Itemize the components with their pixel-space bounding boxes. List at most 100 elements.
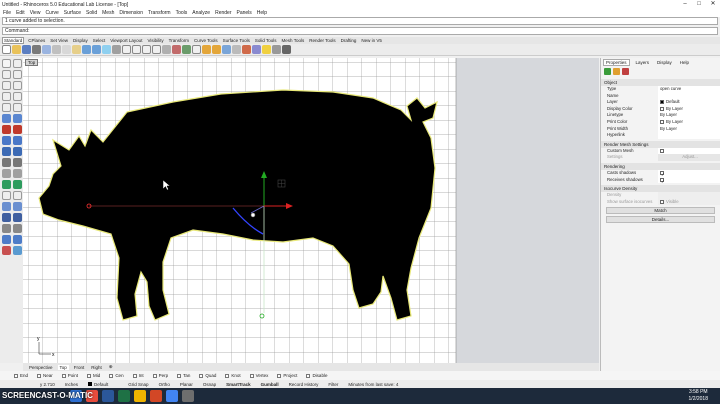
render-preview-icon[interactable] bbox=[2, 246, 11, 255]
dimension-icon[interactable] bbox=[2, 213, 11, 222]
menu-edit[interactable]: Edit bbox=[16, 10, 25, 16]
menu-dimension[interactable]: Dimension bbox=[119, 10, 143, 16]
help-icon[interactable] bbox=[282, 45, 291, 54]
gumball-toggle[interactable]: Gumball bbox=[261, 382, 279, 387]
polyline-icon[interactable] bbox=[2, 70, 11, 79]
filter-toggle[interactable]: Filter bbox=[328, 382, 338, 387]
ortho-toggle[interactable]: Ortho bbox=[159, 382, 170, 387]
menu-surface[interactable]: Surface bbox=[64, 10, 81, 16]
points-on-icon[interactable] bbox=[2, 235, 11, 244]
menu-tools[interactable]: Tools bbox=[176, 10, 188, 16]
zoom-selected-icon[interactable] bbox=[152, 45, 161, 54]
receives-shadows-checkbox[interactable]: ✓ bbox=[660, 177, 665, 184]
osnap-perp[interactable]: Perp bbox=[152, 373, 168, 378]
menu-mesh[interactable]: Mesh bbox=[102, 10, 114, 16]
menu-view[interactable]: View bbox=[30, 10, 41, 16]
mirror-icon[interactable] bbox=[2, 202, 11, 211]
taskbar-word-icon[interactable] bbox=[102, 390, 114, 402]
tab-curve-tools[interactable]: Curve Tools bbox=[193, 38, 219, 43]
details-button[interactable]: Details... bbox=[606, 216, 715, 224]
tab-select[interactable]: Select bbox=[92, 38, 107, 43]
cut-icon[interactable] bbox=[52, 45, 61, 54]
tab-surface-tools[interactable]: Surface Tools bbox=[222, 38, 251, 43]
curve-icon[interactable] bbox=[13, 70, 22, 79]
gumball-center[interactable] bbox=[250, 212, 256, 218]
menu-render[interactable]: Render bbox=[215, 10, 231, 16]
command-line[interactable]: Command: bbox=[2, 27, 718, 35]
osnap-near[interactable]: Near bbox=[37, 373, 53, 378]
layout-icon[interactable] bbox=[13, 246, 22, 255]
array-icon[interactable] bbox=[13, 202, 22, 211]
rebuild-icon[interactable] bbox=[13, 235, 22, 244]
osnap-end[interactable]: End bbox=[14, 373, 28, 378]
menu-help[interactable]: Help bbox=[257, 10, 267, 16]
paste-icon[interactable] bbox=[72, 45, 81, 54]
rotate-icon[interactable] bbox=[2, 191, 11, 200]
menu-panels[interactable]: Panels bbox=[237, 10, 252, 16]
tab-help[interactable]: Help bbox=[678, 60, 691, 65]
tab-perspective[interactable]: Perspective bbox=[27, 365, 55, 370]
grid-snap-toggle[interactable]: Grid Snap bbox=[128, 382, 148, 387]
status-layer[interactable]: Default bbox=[88, 382, 118, 387]
tab-standard[interactable]: Standard bbox=[2, 37, 25, 44]
box-icon[interactable] bbox=[2, 125, 11, 134]
system-clock[interactable]: 3:58 PM 1/2/2018 bbox=[689, 389, 708, 403]
sphere-icon[interactable] bbox=[13, 125, 22, 134]
material-icon[interactable] bbox=[613, 68, 620, 75]
custom-mesh-row[interactable]: Custom Mesh bbox=[601, 147, 720, 155]
open-folder-icon[interactable] bbox=[12, 45, 21, 54]
top-viewport[interactable]: Top y x bbox=[23, 58, 599, 363]
extrude-icon[interactable] bbox=[2, 136, 11, 145]
split-icon[interactable] bbox=[2, 169, 11, 178]
viewport-canvas[interactable]: y x bbox=[23, 58, 599, 363]
viewport-label[interactable]: Top bbox=[25, 59, 39, 66]
menu-analyze[interactable]: Analyze bbox=[192, 10, 210, 16]
close-icon[interactable]: ✕ bbox=[706, 0, 720, 9]
texture-mapping-icon[interactable] bbox=[622, 68, 629, 75]
select-icon[interactable] bbox=[192, 45, 201, 54]
loft-icon[interactable] bbox=[13, 114, 22, 123]
redo-icon[interactable] bbox=[92, 45, 101, 54]
print-icon[interactable] bbox=[32, 45, 41, 54]
tab-transform[interactable]: Transform bbox=[168, 38, 190, 43]
trim-icon[interactable] bbox=[13, 158, 22, 167]
prop-print-width[interactable]: Print Width By Layer bbox=[601, 125, 720, 133]
tab-cplanes[interactable]: CPlanes bbox=[27, 38, 46, 43]
osnap-quad[interactable]: Quad bbox=[199, 373, 216, 378]
options-icon[interactable] bbox=[272, 45, 281, 54]
undo-icon[interactable] bbox=[82, 45, 91, 54]
tab-solid-tools[interactable]: Solid Tools bbox=[254, 38, 278, 43]
fillet-icon[interactable] bbox=[2, 158, 11, 167]
prop-layer[interactable]: Layer Default bbox=[601, 99, 720, 106]
import-icon[interactable] bbox=[42, 45, 51, 54]
tab-render-tools[interactable]: Render Tools bbox=[308, 38, 336, 43]
tab-display-panel[interactable]: Display bbox=[655, 60, 674, 65]
zoom-extents-icon[interactable] bbox=[142, 45, 151, 54]
prop-print-color[interactable]: Print Color By Layer bbox=[601, 118, 720, 126]
copy-object-icon[interactable] bbox=[13, 180, 22, 189]
boolean-icon[interactable] bbox=[13, 147, 22, 156]
receives-shadows-row[interactable]: Receives shadows ✓ bbox=[601, 176, 720, 184]
group-icon[interactable] bbox=[13, 224, 22, 233]
point-icon[interactable] bbox=[13, 59, 22, 68]
tab-mesh-tools[interactable]: Mesh Tools bbox=[281, 38, 306, 43]
tab-layers[interactable]: Layers bbox=[634, 60, 652, 65]
osnap-int[interactable]: Int bbox=[132, 373, 144, 378]
minimize-icon[interactable]: – bbox=[678, 0, 692, 9]
save-icon[interactable] bbox=[22, 45, 31, 54]
cplane-icon[interactable] bbox=[172, 45, 181, 54]
tab-properties[interactable]: Properties bbox=[603, 58, 630, 66]
menu-transform[interactable]: Transform bbox=[148, 10, 171, 16]
render-icon[interactable] bbox=[242, 45, 251, 54]
materials-icon[interactable] bbox=[252, 45, 261, 54]
osnap-cen[interactable]: Cen bbox=[109, 373, 124, 378]
planar-toggle[interactable]: Planar bbox=[180, 382, 193, 387]
four-views-icon[interactable] bbox=[162, 45, 171, 54]
zoom-icon[interactable] bbox=[122, 45, 131, 54]
taskbar-chrome-icon[interactable] bbox=[166, 390, 178, 402]
analyze-icon[interactable] bbox=[13, 213, 22, 222]
add-viewport-icon[interactable]: ⊕ bbox=[107, 364, 115, 370]
text-icon[interactable] bbox=[13, 103, 22, 112]
layers-icon[interactable] bbox=[222, 45, 231, 54]
match-button[interactable]: Match bbox=[606, 207, 715, 215]
